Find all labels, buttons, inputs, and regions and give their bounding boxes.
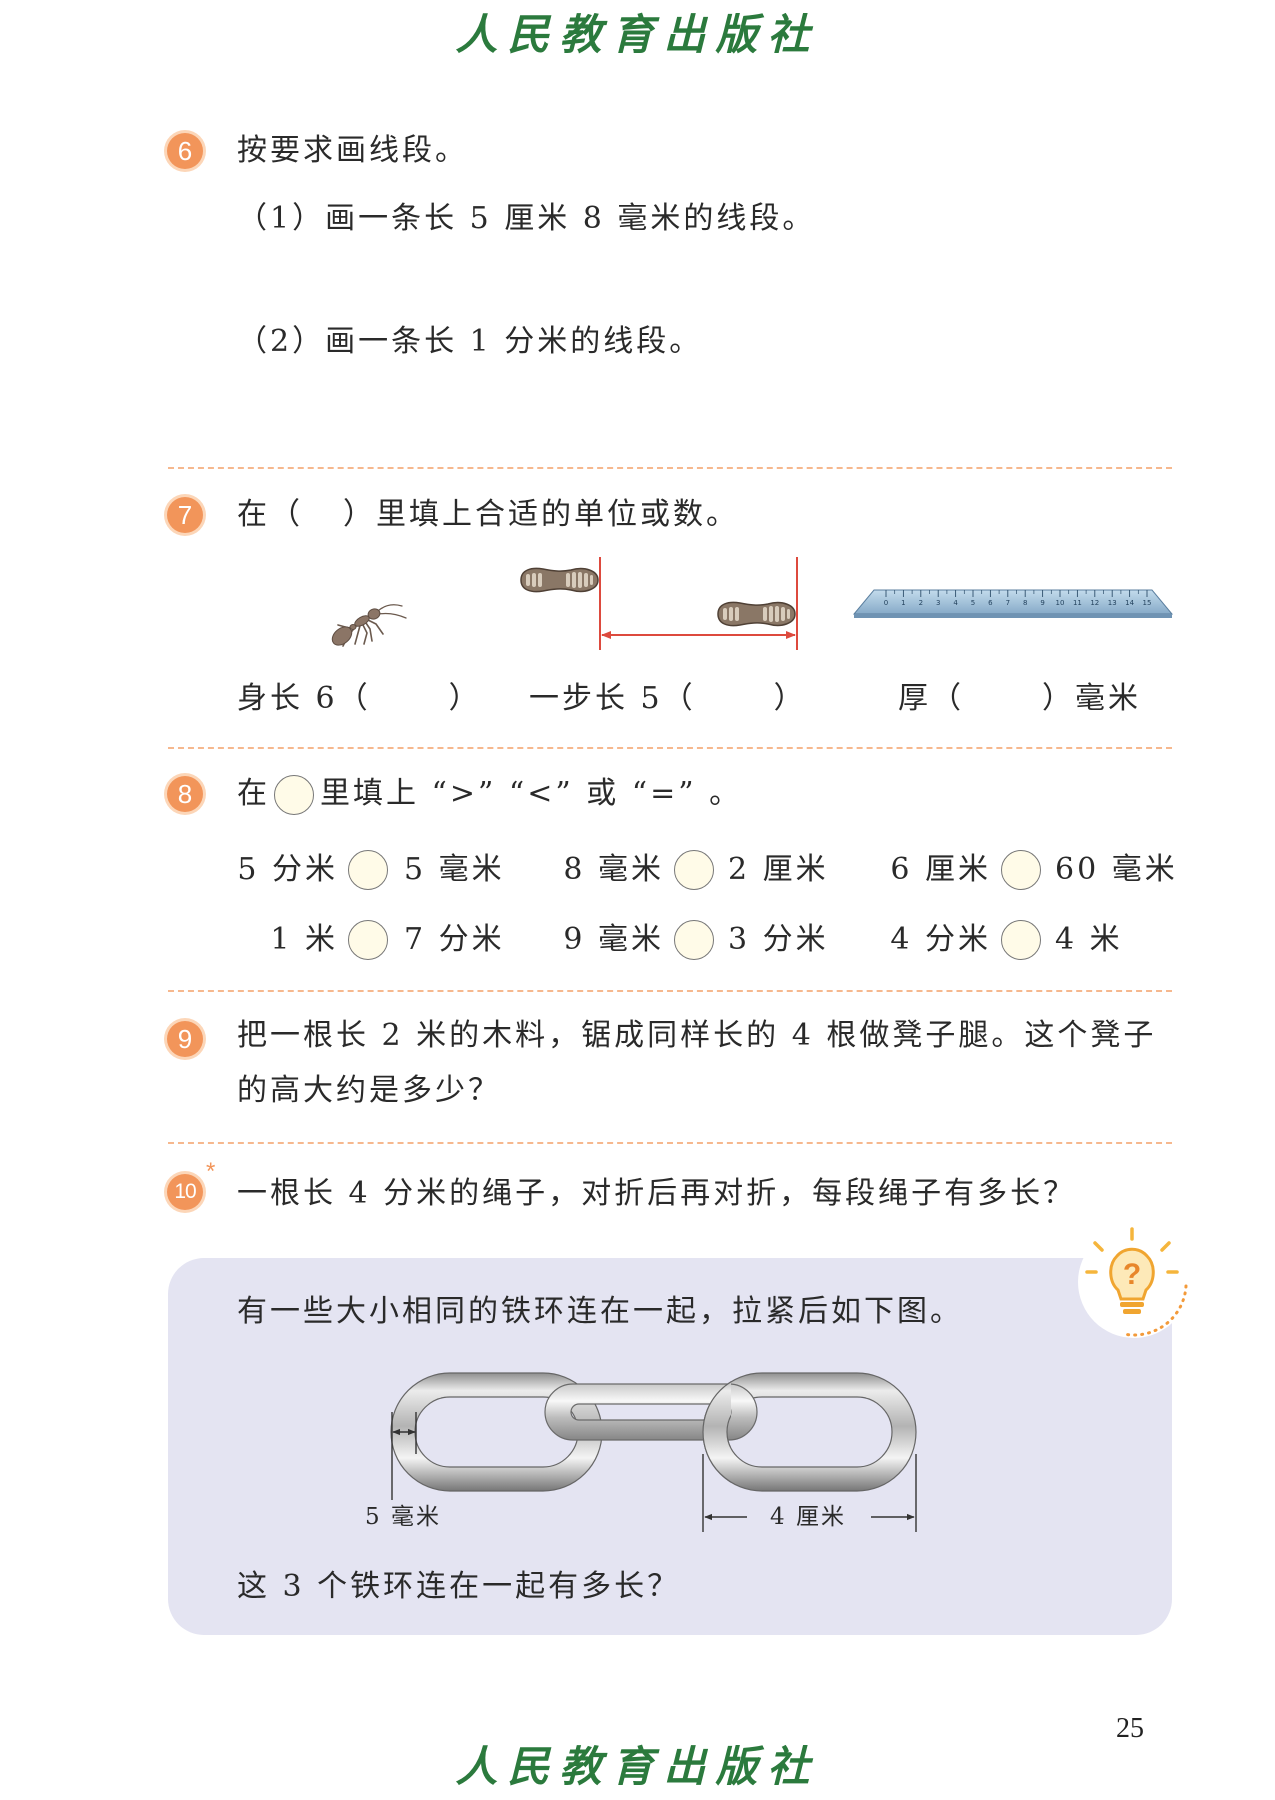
item-prefix: 厚（ [898, 681, 964, 716]
comparison-right: 60 毫米 [1055, 852, 1178, 887]
ruler-label: 7 [1006, 599, 1010, 607]
optional-marker: * [206, 1158, 216, 1185]
footprint-icon [520, 567, 599, 593]
comparison-right: 2 厘米 [728, 852, 829, 887]
comparison-answer-circle[interactable] [1001, 920, 1041, 960]
item-prefix: 一步长 5（ [529, 681, 696, 716]
comparison-answer-circle[interactable] [1001, 850, 1041, 890]
ruler-icon: 0 1 2 3 4 5 6 7 8 9 10 11 12 13 14 15 [852, 589, 1174, 618]
q6-part-1: （1）画一条长 5 厘米 8 毫米的线段。 [237, 201, 816, 236]
ruler-label: 11 [1073, 599, 1082, 607]
section-divider [168, 1142, 1172, 1144]
q7-prompt-after: ）里填上合适的单位或数。 [343, 497, 739, 532]
page-number: 25 [1116, 1713, 1144, 1744]
item-suffix: ）毫米 [1042, 681, 1141, 716]
fill-item-ant-length: 身长 6（ ） [237, 679, 482, 719]
publisher-logo-footer: 人民教育出版社 [455, 1742, 820, 1791]
question-number-8: 8 [167, 776, 203, 812]
comparison-right: 3 分米 [728, 922, 829, 957]
ruler-label: 2 [919, 599, 923, 607]
fill-item-step-length: 一步长 5（ ） [529, 679, 807, 719]
thickness-label: 5 毫米 [365, 1504, 441, 1530]
item-suffix: ） [448, 681, 482, 716]
comparison-right: 7 分米 [404, 922, 505, 957]
comparison-left: 1 米 [270, 922, 338, 957]
q6-part-2: （2）画一条长 1 分米的线段。 [237, 324, 703, 359]
comparison-answer-circle[interactable] [674, 920, 714, 960]
ruler-label: 9 [1040, 599, 1044, 607]
section-divider [168, 467, 1172, 469]
prompt-blank [303, 501, 343, 531]
ruler-label: 0 [884, 599, 888, 607]
section-divider [168, 747, 1172, 749]
q9-text-line-2: 的高大约是多少？ [237, 1073, 501, 1108]
comparison-left: 6 厘米 [890, 852, 991, 887]
ruler-label: 4 [953, 599, 958, 607]
ruler-label: 1 [901, 599, 905, 607]
question-number-6: 6 [167, 133, 203, 169]
ruler-label: 3 [936, 599, 940, 607]
question-number-9: 9 [167, 1021, 203, 1057]
link-length-label: 4 厘米 [770, 1504, 846, 1530]
answer-blank[interactable] [964, 685, 1042, 715]
q9-text-line-1: 把一根长 2 米的木料，锯成同样长的 4 根做凳子腿。这个凳子 [237, 1018, 1157, 1053]
ruler-label: 8 [1023, 599, 1027, 607]
item-suffix: ） [773, 681, 807, 716]
ruler-label: 12 [1090, 599, 1099, 607]
comparison-answer-circle[interactable] [674, 850, 714, 890]
question-number-7: 7 [167, 497, 203, 533]
ruler-label: 14 [1125, 599, 1134, 607]
step-length-arrow [599, 557, 798, 650]
publisher-logo-header: 人民教育出版社 [455, 10, 820, 59]
section-divider [168, 990, 1172, 992]
ant-icon [331, 604, 407, 647]
q10-text: 一根长 4 分米的绳子，对折后再对折，每段绳子有多长？ [237, 1176, 1077, 1211]
q7-prompt-before: 在（ [237, 497, 303, 532]
comparison-left: 8 毫米 [563, 852, 664, 887]
ruler-label: 10 [1056, 599, 1065, 607]
question-mark: ? [1123, 1258, 1141, 1291]
prompt-circle-symbol [274, 775, 314, 815]
challenge-question: 这 3 个铁环连在一起有多长？ [237, 1569, 681, 1604]
comparison-left: 4 分米 [890, 922, 991, 957]
question-number-10: 10 [167, 1174, 203, 1210]
comparison-right: 4 米 [1055, 922, 1123, 957]
comparison-left: 5 分米 [237, 852, 338, 887]
fill-item-ruler-thickness: 厚（ ）毫米 [898, 679, 1141, 719]
answer-blank[interactable] [696, 685, 774, 715]
q7-prompt: 在（ ）里填上合适的单位或数。 [237, 495, 739, 535]
comparison-left: 9 毫米 [563, 922, 664, 957]
lightbulb-question-icon: ? [1078, 1226, 1190, 1338]
challenge-intro: 有一些大小相同的铁环连在一起，拉紧后如下图。 [237, 1294, 963, 1329]
comparison-right: 5 毫米 [404, 852, 505, 887]
item-prefix: 身长 6（ [237, 681, 371, 716]
answer-blank[interactable] [371, 685, 449, 715]
q8-prompt-after: 里填上 “>” “<” 或 “=” 。 [320, 776, 743, 811]
ruler-label: 5 [971, 599, 975, 607]
comparison-answer-circle[interactable] [348, 850, 388, 890]
q8-prompt-before: 在 [237, 776, 270, 811]
ruler-label: 13 [1108, 599, 1117, 607]
ruler-label: 6 [988, 599, 993, 607]
comparison-answer-circle[interactable] [348, 920, 388, 960]
q6-prompt: 按要求画线段。 [237, 133, 468, 168]
ruler-label: 15 [1143, 599, 1152, 607]
